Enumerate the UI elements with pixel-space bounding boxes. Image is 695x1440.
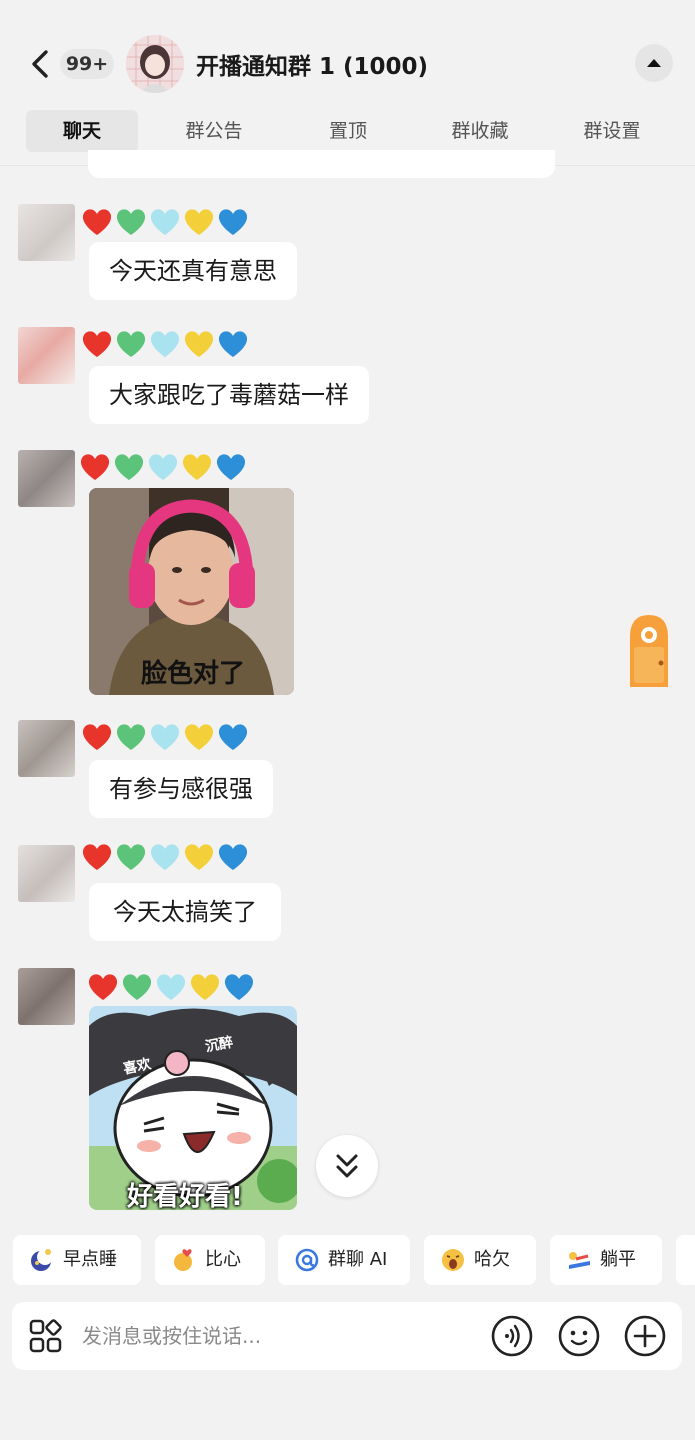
quick-reply-chip[interactable]: 躺平 [550,1235,662,1285]
heart-badges [80,840,250,874]
heart-icon [150,209,180,235]
heart-icon [116,724,146,750]
sticker-caption: 好看好看! [127,1182,243,1210]
chip-label: 群聊 AI [328,1249,388,1270]
heart-icon [218,209,248,235]
at-sign-icon [295,1248,319,1272]
tab-chat[interactable]: 聊天 [26,110,138,152]
heart-badges [80,720,250,754]
door-icon[interactable] [620,605,678,689]
heart-badges [86,970,256,1004]
heart-badges [80,327,250,361]
heart-icon [116,844,146,870]
heart-icon [82,844,112,870]
heart-badges [80,205,250,239]
heart-icon [116,331,146,357]
sticker-image[interactable]: 喜欢 沉醉 好看好看! [89,1006,297,1210]
message-bubble[interactable]: 大家跟吃了毒蘑菇一样 [89,366,369,424]
quick-reply-bar: 早点睡 比心 群聊 AI 哈欠 躺平 [0,1235,695,1285]
apps-grid-icon[interactable] [28,1318,64,1354]
quick-reply-chip-partial[interactable] [676,1235,695,1285]
heart-icon [82,331,112,357]
quick-reply-chip[interactable]: 早点睡 [13,1235,141,1285]
unread-badge[interactable]: 99+ [60,49,114,79]
heart-icon [182,454,212,480]
chat-header: 99+ 开播通知群 1 (1000) 聊天 群公告 置顶 群收藏 群设置 [0,0,695,166]
heart-icon [148,454,178,480]
caret-up-icon [647,59,661,67]
tab-favorites[interactable]: 群收藏 [424,110,536,152]
bottom-safe-area [0,1372,695,1440]
heart-icon [218,844,248,870]
message-input[interactable]: 发消息或按住说话... [82,1302,261,1370]
heart-icon [80,454,110,480]
moon-sleep-icon [31,1249,53,1271]
finger-heart-icon [174,1249,192,1271]
avatar[interactable] [18,327,75,384]
message-input-bar: 发消息或按住说话... [12,1302,682,1370]
sticker-image[interactable]: 脸色对了 [89,488,294,695]
heart-icon [216,454,246,480]
heart-icon [184,331,214,357]
message-bubble[interactable]: 今天还真有意思 [89,242,297,300]
plus-icon[interactable] [623,1314,667,1358]
back-chevron-icon[interactable] [22,44,62,84]
message-bubble[interactable]: 有参与感很强 [89,760,273,818]
avatar[interactable] [18,204,75,261]
heart-icon [184,844,214,870]
sticker-caption: 脸色对了 [141,659,246,689]
heart-icon [82,209,112,235]
yawn-face-icon [442,1249,464,1271]
avatar[interactable] [18,720,75,777]
heart-icon [88,974,118,1000]
tab-settings[interactable]: 群设置 [556,110,668,152]
heart-icon [116,209,146,235]
heart-icon [122,974,152,1000]
double-chevron-down-icon [336,1154,358,1178]
heart-icon [218,724,248,750]
heart-icon [224,974,254,1000]
lying-flat-icon [569,1252,590,1269]
chip-label: 比心 [205,1249,241,1270]
heart-icon [150,331,180,357]
quick-reply-chip[interactable]: 比心 [155,1235,265,1285]
quick-reply-chip[interactable]: 群聊 AI [278,1235,410,1285]
previous-message-bubble [88,150,555,178]
avatar[interactable] [18,450,75,507]
tab-announcement[interactable]: 群公告 [158,110,270,152]
heart-icon [218,331,248,357]
voice-icon[interactable] [490,1314,534,1358]
heart-badges [78,450,248,484]
chip-label: 哈欠 [474,1249,510,1270]
heart-icon [114,454,144,480]
group-avatar[interactable] [126,35,184,93]
collapse-button[interactable] [635,44,673,82]
heart-icon [82,724,112,750]
scroll-to-bottom-button[interactable] [316,1135,378,1197]
heart-icon [184,209,214,235]
chip-label: 早点睡 [63,1249,117,1270]
heart-icon [150,724,180,750]
emoji-icon[interactable] [557,1314,601,1358]
tab-pinned[interactable]: 置顶 [292,110,404,152]
avatar[interactable] [18,968,75,1025]
quick-reply-chip[interactable]: 哈欠 [424,1235,536,1285]
group-title: 开播通知群 1 (1000) [196,54,429,80]
heart-icon [150,844,180,870]
group-tabs: 聊天 群公告 置顶 群收藏 群设置 [0,110,695,152]
heart-icon [156,974,186,1000]
heart-icon [190,974,220,1000]
avatar[interactable] [18,845,75,902]
message-bubble[interactable]: 今天太搞笑了 [89,883,281,941]
heart-icon [184,724,214,750]
chip-label: 躺平 [600,1249,636,1270]
